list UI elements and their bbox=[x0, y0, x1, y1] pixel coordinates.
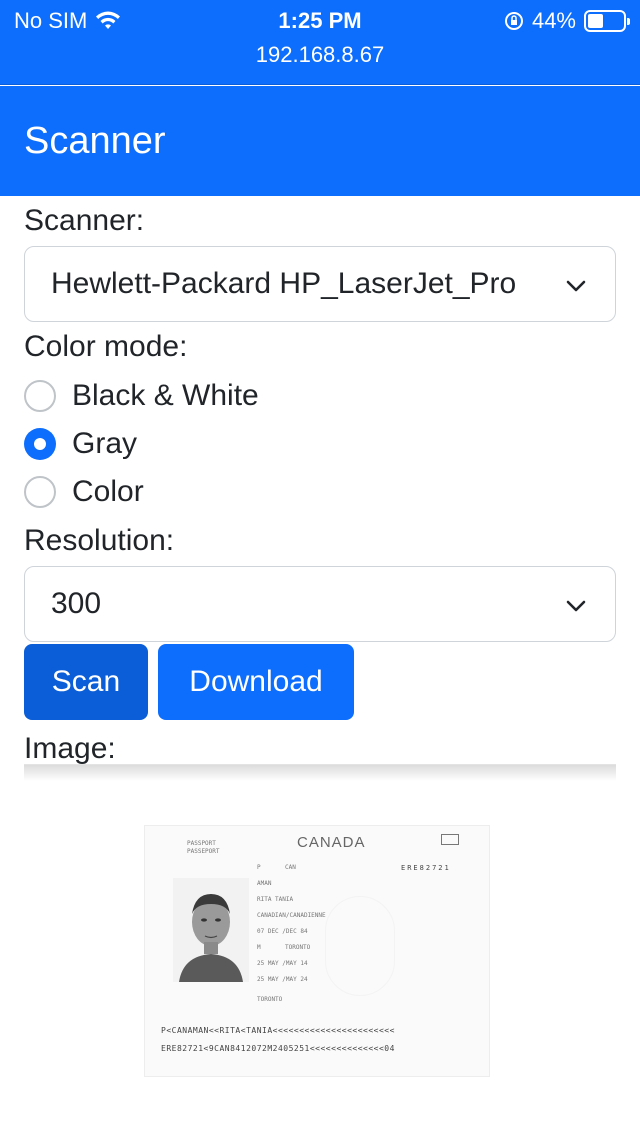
radio-bw-label: Black & White bbox=[72, 379, 259, 412]
scanned-image: PASSPORT PASSEPORT CANADA ERE82721 P CAN… bbox=[24, 764, 616, 1136]
passport-mrz-line-2: ERE82721<9CAN8412072M2405251<<<<<<<<<<<<… bbox=[161, 1044, 395, 1053]
passport-scan: PASSPORT PASSEPORT CANADA ERE82721 P CAN… bbox=[144, 825, 490, 1077]
passport-dob: 07 DEC /DEC 84 bbox=[257, 928, 308, 935]
passport-issuing-country: CAN bbox=[285, 864, 296, 871]
passport-authority: TORONTO bbox=[257, 996, 283, 1003]
scanner-label: Scanner: bbox=[24, 204, 145, 237]
action-buttons: Scan Download bbox=[24, 644, 616, 720]
passport-mrz-line-1: P<CANAMAN<<RITA<TANIA<<<<<<<<<<<<<<<<<<<… bbox=[161, 1026, 395, 1035]
scan-form: Scanner: Hewlett-Packard HP_LaserJet_Pro… bbox=[24, 196, 616, 774]
color-mode-option-color[interactable]: Color bbox=[24, 468, 616, 516]
resolution-select[interactable]: 300 bbox=[24, 566, 616, 642]
radio-color-label: Color bbox=[72, 475, 144, 508]
radio-gray-label: Gray bbox=[72, 427, 138, 460]
navbar-brand[interactable]: Scanner bbox=[24, 120, 166, 163]
passport-header-2: PASSEPORT bbox=[187, 848, 220, 855]
scanner-select-value: Hewlett-Packard HP_LaserJet_Pro bbox=[51, 267, 517, 300]
passport-pob: TORONTO bbox=[285, 944, 311, 951]
passport-given-names: RITA TANIA bbox=[257, 896, 294, 903]
navbar: Scanner bbox=[0, 86, 640, 196]
passport-number: ERE82721 bbox=[401, 864, 451, 872]
radio-color[interactable] bbox=[24, 476, 56, 508]
color-mode-label: Color mode: bbox=[24, 330, 188, 363]
resolution-label: Resolution: bbox=[24, 524, 175, 557]
color-mode-option-gray[interactable]: Gray bbox=[24, 420, 616, 468]
passport-header-1: PASSPORT bbox=[187, 840, 216, 847]
status-bar: No SIM 1:25 PM 192.168.8.67 44% bbox=[0, 0, 640, 85]
passport-issue-date: 25 MAY /MAY 14 bbox=[257, 960, 308, 967]
radio-bw[interactable] bbox=[24, 380, 56, 412]
flag-icon bbox=[441, 834, 459, 845]
passport-surname: AMAN bbox=[257, 880, 272, 887]
chevron-down-icon bbox=[566, 600, 586, 612]
passport-type: P bbox=[257, 864, 261, 871]
battery-level bbox=[588, 14, 603, 28]
battery-icon bbox=[584, 10, 630, 32]
page-url: 192.168.8.67 bbox=[255, 42, 385, 67]
scan-edge-shadow bbox=[24, 765, 616, 781]
battery-group: 44% bbox=[504, 8, 630, 34]
passport-country: CANADA bbox=[297, 834, 366, 851]
color-mode-option-bw[interactable]: Black & White bbox=[24, 372, 616, 420]
passport-expiry-date: 25 MAY /MAY 24 bbox=[257, 976, 308, 983]
download-button[interactable]: Download bbox=[158, 644, 354, 720]
scan-button[interactable]: Scan bbox=[24, 644, 148, 720]
passport-seal bbox=[325, 896, 395, 996]
radio-gray[interactable] bbox=[24, 428, 56, 460]
passport-photo bbox=[173, 878, 249, 982]
passport-sex: M bbox=[257, 944, 261, 951]
battery-percent: 44% bbox=[531, 8, 576, 33]
passport-nationality: CANADIAN/CANADIENNE bbox=[257, 912, 326, 919]
resolution-select-value: 300 bbox=[51, 587, 102, 620]
scanner-select[interactable]: Hewlett-Packard HP_LaserJet_Pro bbox=[24, 246, 616, 322]
chevron-down-icon bbox=[566, 280, 586, 292]
orientation-lock-icon bbox=[504, 12, 523, 30]
